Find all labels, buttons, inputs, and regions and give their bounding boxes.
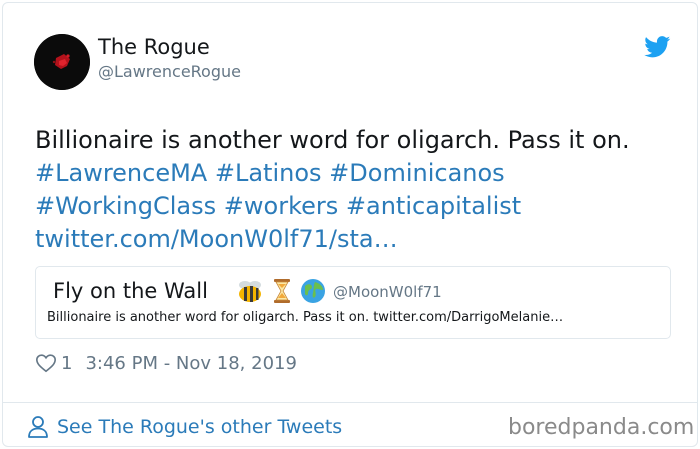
quoted-text: Billionaire is another word for oligarch… (47, 310, 564, 325)
quoted-display-name: Fly on the Wall (53, 279, 208, 303)
person-icon (27, 415, 49, 439)
quoted-handle: @MoonW0lf71 (333, 283, 442, 301)
tweet-text-line: Billionaire is another word for oligarch… (35, 126, 630, 154)
tweet-url-link[interactable]: twitter.com/MoonW0lf71/sta… (35, 225, 398, 253)
author-display-name[interactable]: The Rogue (98, 35, 210, 59)
hashtag-link[interactable]: #anticapitalist (346, 192, 521, 220)
bee-emoji-icon (236, 277, 264, 305)
author-handle[interactable]: @LawrenceRogue (98, 62, 241, 81)
tweet-card: The Rogue @LawrenceRogue Billionaire is … (2, 2, 698, 447)
hashtag-link[interactable]: #Dominicanos (329, 159, 505, 187)
hashtag-link[interactable]: #LawrenceMA (35, 159, 207, 187)
hashtag-link[interactable]: #Latinos (215, 159, 322, 187)
tweet-text: Billionaire is another word for oligarch… (35, 124, 675, 256)
like-count[interactable]: 1 (61, 353, 72, 374)
tweet-timestamp[interactable]: 3:46 PM - Nov 18, 2019 (85, 353, 296, 374)
see-other-tweets-link[interactable]: See The Rogue's other Tweets (27, 412, 342, 442)
hashtag-link[interactable]: #WorkingClass (35, 192, 216, 220)
globe-emoji-icon (299, 277, 327, 305)
quoted-tweet[interactable]: Fly on the Wall @MoonW0lf71 Billionaire … (35, 266, 671, 339)
hourglass-emoji-icon (268, 277, 296, 305)
heart-icon[interactable] (35, 352, 57, 374)
tweet-meta: 1 3:46 PM - Nov 18, 2019 (35, 349, 297, 377)
see-other-tweets-label: See The Rogue's other Tweets (57, 416, 343, 438)
hashtag-link[interactable]: #workers (224, 192, 338, 220)
avatar[interactable] (34, 34, 90, 90)
twitter-bird-icon[interactable] (644, 36, 671, 58)
divider (3, 402, 697, 403)
source-watermark: boredpanda.com (508, 415, 695, 440)
